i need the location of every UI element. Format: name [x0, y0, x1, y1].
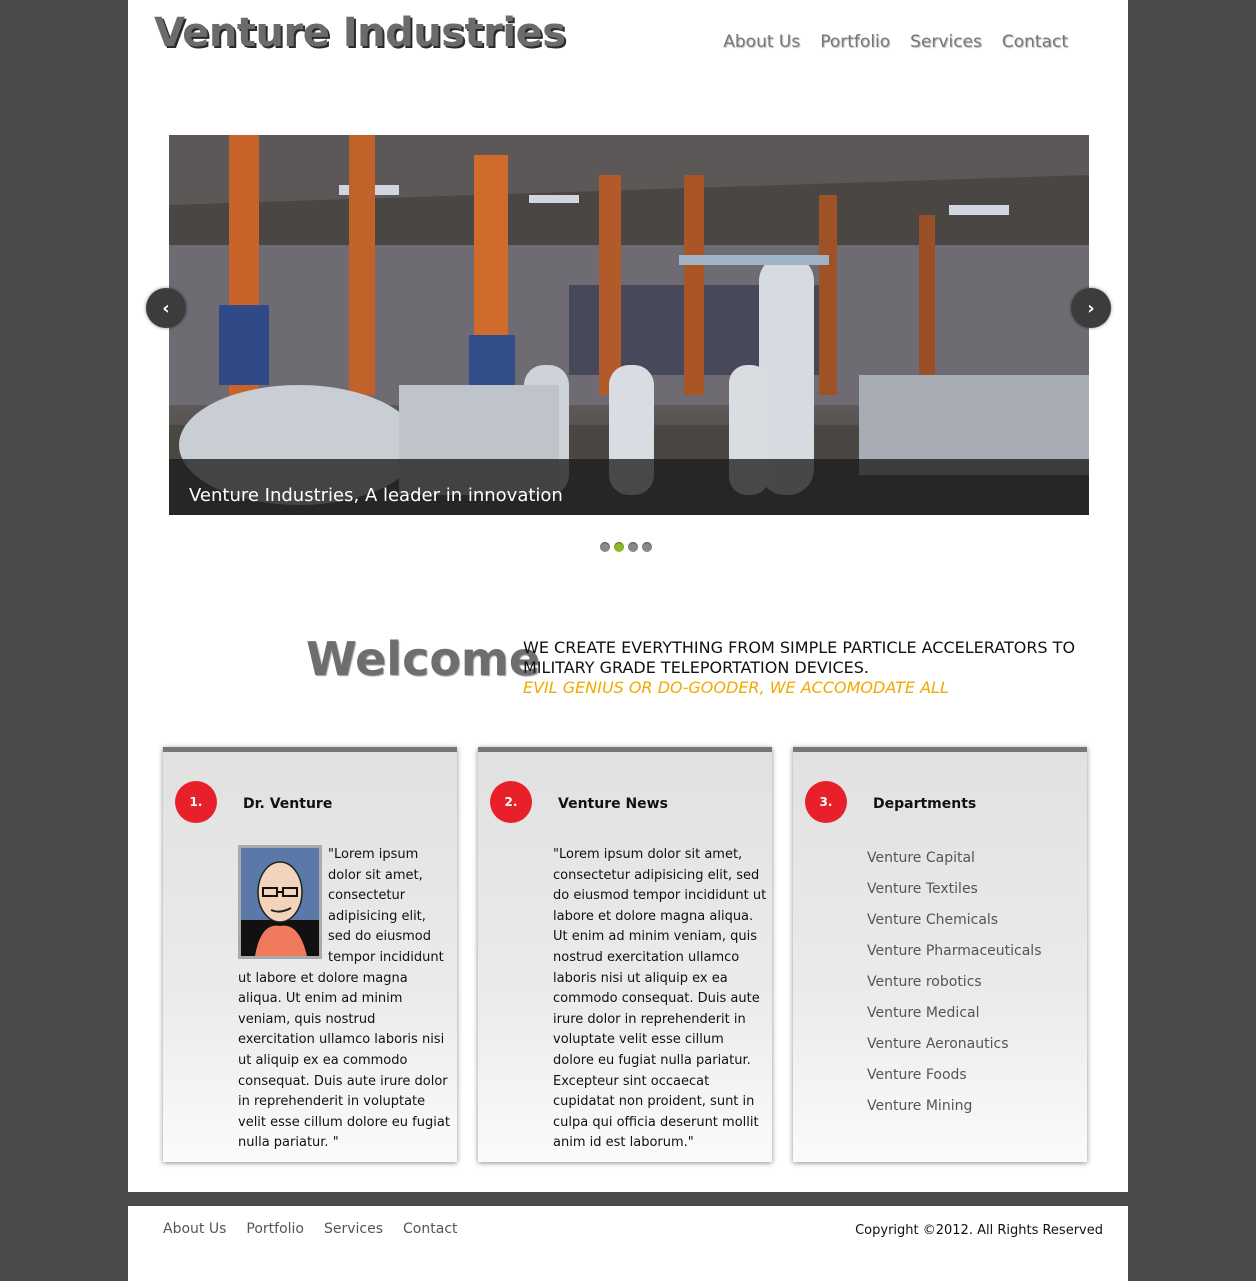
nav-portfolio[interactable]: Portfolio	[820, 32, 890, 52]
slider-caption-text: Venture Industries, A leader in innovati…	[189, 485, 563, 506]
chevron-left-icon: ‹	[162, 297, 170, 319]
slider-dot-2[interactable]	[614, 542, 624, 552]
department-link[interactable]: Venture Capital	[867, 850, 1042, 881]
slider-dot-1[interactable]	[600, 542, 610, 552]
factory-photo	[169, 135, 1089, 515]
welcome-heading: Welcome	[306, 632, 541, 686]
slider-pagination	[600, 542, 652, 552]
slider-next-button[interactable]: ›	[1071, 288, 1111, 328]
tagline-main: WE CREATE EVERYTHING FROM SIMPLE PARTICL…	[523, 638, 1076, 677]
number-badge: 2.	[490, 781, 532, 823]
site-logo[interactable]: Venture Industries	[154, 10, 566, 56]
main-nav: About Us Portfolio Services Contact	[723, 32, 1068, 52]
box-title: Departments	[873, 796, 977, 812]
footer-nav-services[interactable]: Services	[324, 1221, 383, 1237]
feature-box-venture-news: 2. Venture News "Lorem ipsum dolor sit a…	[478, 747, 772, 1162]
box-text: "Lorem ipsum dolor sit amet, consectetur…	[553, 847, 767, 1151]
tagline-accent: EVIL GENIUS OR DO-GOODER, WE ACCOMODATE …	[523, 678, 949, 697]
number-badge: 1.	[175, 781, 217, 823]
footer-nav: About Us Portfolio Services Contact	[163, 1221, 458, 1237]
department-link[interactable]: Venture Aeronautics	[867, 1036, 1042, 1067]
feature-box-dr-venture: 1. Dr. Venture "Lorem ipsum dolor sit am…	[163, 747, 457, 1162]
hero-slider[interactable]: Venture Industries, A leader in innovati…	[169, 135, 1089, 515]
footer: About Us Portfolio Services Contact Copy…	[128, 1206, 1128, 1281]
department-link[interactable]: Venture Medical	[867, 1005, 1042, 1036]
department-link[interactable]: Venture Mining	[867, 1098, 1042, 1129]
chevron-right-icon: ›	[1087, 297, 1095, 319]
departments-list: Venture Capital Venture Textiles Venture…	[867, 850, 1042, 1129]
footer-nav-portfolio[interactable]: Portfolio	[246, 1221, 304, 1237]
dr-venture-avatar	[238, 845, 322, 959]
tagline: WE CREATE EVERYTHING FROM SIMPLE PARTICL…	[523, 638, 1093, 698]
department-link[interactable]: Venture Chemicals	[867, 912, 1042, 943]
slider-dot-3[interactable]	[628, 542, 638, 552]
copyright-text: Copyright ©2012. All Rights Reserved	[855, 1223, 1103, 1238]
department-link[interactable]: Venture Foods	[867, 1067, 1042, 1098]
box-title: Dr. Venture	[243, 796, 333, 812]
cartoon-portrait-icon	[241, 848, 319, 956]
nav-contact[interactable]: Contact	[1002, 32, 1068, 52]
slider-prev-button[interactable]: ‹	[146, 288, 186, 328]
slider-caption: Venture Industries, A leader in innovati…	[169, 459, 1089, 515]
department-link[interactable]: Venture Pharmaceuticals	[867, 943, 1042, 974]
box-text: "Lorem ipsum dolor sit amet, consectetur…	[238, 845, 453, 1154]
slider-dot-4[interactable]	[642, 542, 652, 552]
box-title: Venture News	[558, 796, 668, 812]
nav-about-us[interactable]: About Us	[723, 32, 800, 52]
number-badge: 3.	[805, 781, 847, 823]
department-link[interactable]: Venture robotics	[867, 974, 1042, 1005]
department-link[interactable]: Venture Textiles	[867, 881, 1042, 912]
footer-nav-about-us[interactable]: About Us	[163, 1221, 226, 1237]
feature-box-departments: 3. Departments Venture Capital Venture T…	[793, 747, 1087, 1162]
footer-nav-contact[interactable]: Contact	[403, 1221, 457, 1237]
nav-services[interactable]: Services	[910, 32, 982, 52]
